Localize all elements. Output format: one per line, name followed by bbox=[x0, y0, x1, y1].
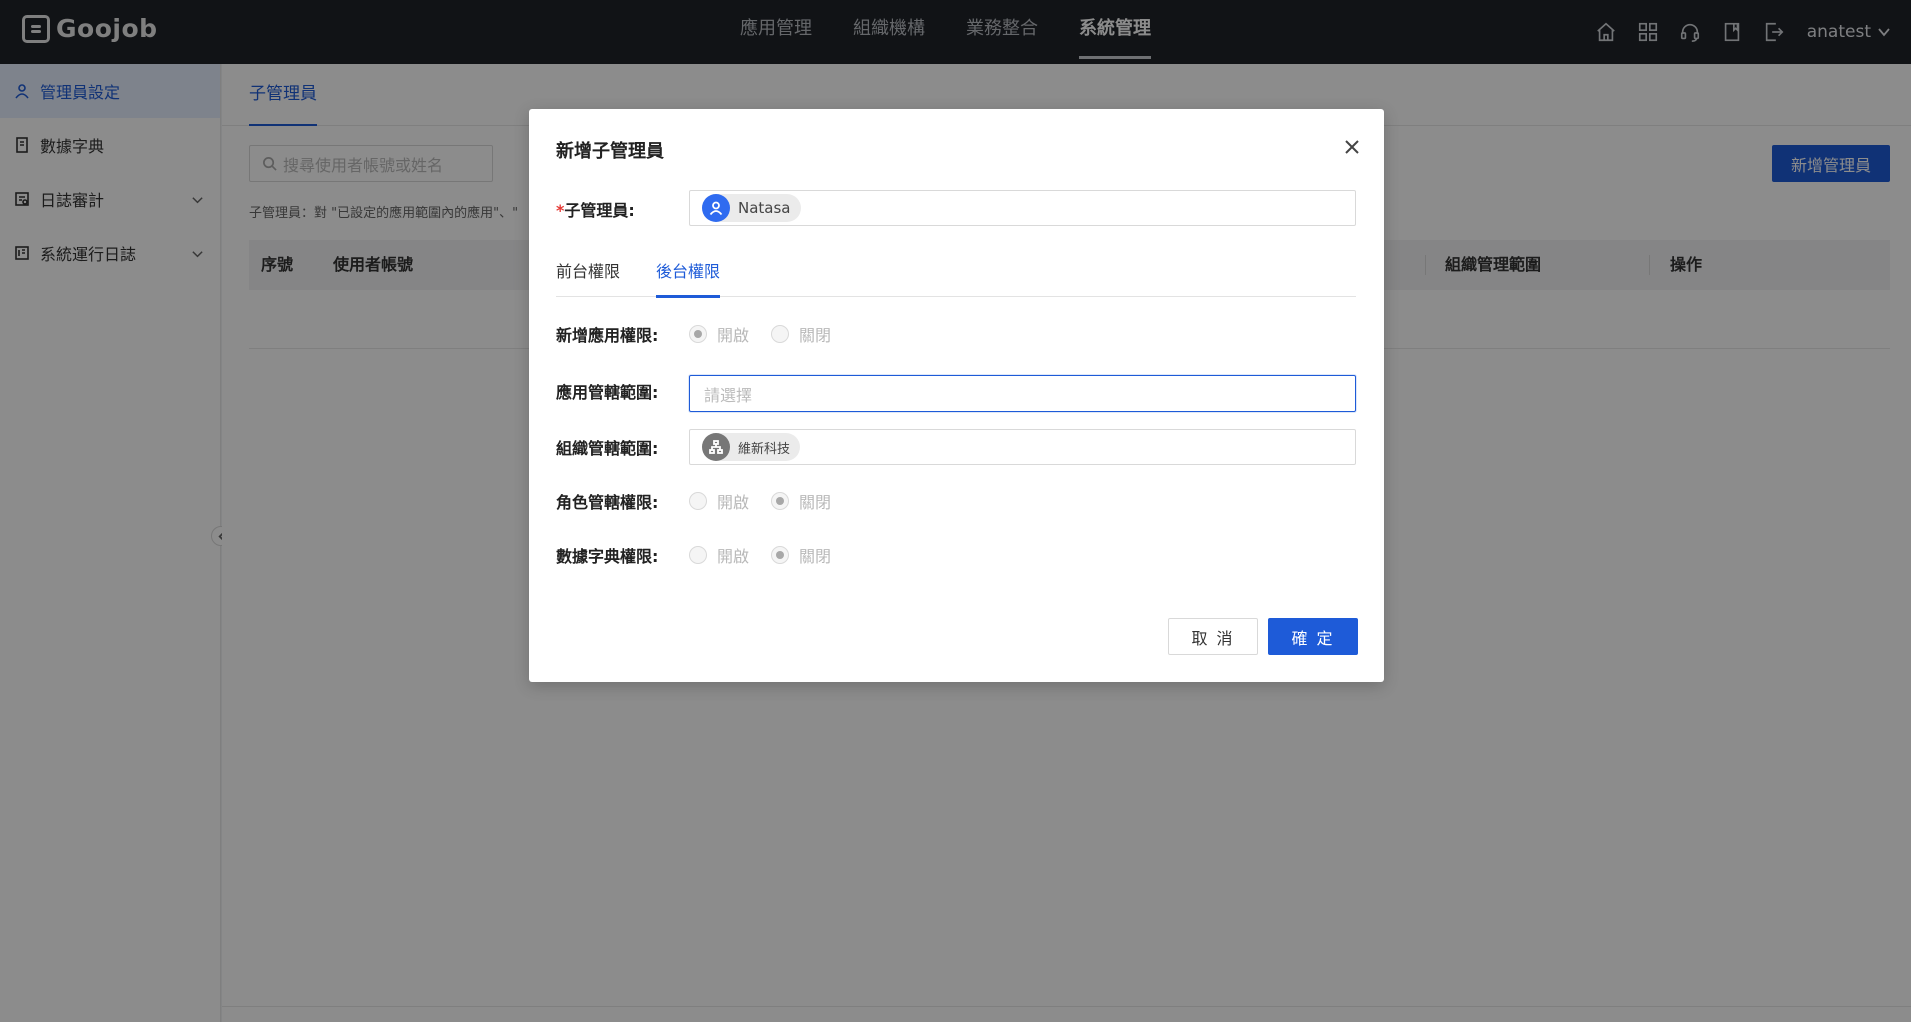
app-scope-label: 應用管轄範圍: bbox=[556, 383, 659, 402]
tab-front-permissions[interactable]: 前台權限 bbox=[556, 254, 620, 297]
org-scope-label: 組織管轄範圍: bbox=[556, 439, 659, 458]
radio-label: 關閉 bbox=[799, 326, 832, 345]
dictionary-permission-label: 數據字典權限: bbox=[556, 547, 659, 566]
app-scope-placeholder: 請選擇 bbox=[704, 385, 753, 405]
radio-checked bbox=[689, 325, 707, 343]
org-scope-field[interactable]: 維新科技 bbox=[689, 429, 1356, 465]
selected-org-tag[interactable]: 維新科技 bbox=[702, 433, 801, 461]
radio-label: 開啟 bbox=[717, 547, 750, 566]
role-permission-on[interactable]: 開啟 bbox=[689, 489, 749, 513]
add-sub-admin-dialog: 新增子管理員 *子管理員: Natasa 前台權限 後台權限 新增應用權限: 開… bbox=[529, 109, 1384, 682]
close-icon[interactable] bbox=[1344, 139, 1360, 155]
radio-checked bbox=[771, 546, 790, 564]
selected-user-tag[interactable]: Natasa bbox=[702, 194, 801, 222]
permission-tabs: 前台權限 後台權限 bbox=[556, 254, 1356, 298]
role-permission-label: 角色管轄權限: bbox=[556, 493, 659, 512]
radio-checked bbox=[771, 492, 790, 510]
dialog-title: 新增子管理員 bbox=[556, 141, 664, 162]
radio-label: 關閉 bbox=[799, 493, 832, 512]
sub-admin-field[interactable]: Natasa bbox=[689, 190, 1356, 226]
dictionary-permission-radio-group: 開啟 關閉 bbox=[689, 543, 843, 567]
add-app-permission-radio-group: 開啟 關閉 bbox=[689, 322, 843, 346]
app-scope-select[interactable]: 請選擇 bbox=[689, 375, 1356, 412]
org-tree-icon bbox=[702, 433, 730, 461]
sub-admin-label: *子管理員: bbox=[556, 201, 635, 220]
user-avatar-icon bbox=[702, 194, 730, 222]
sub-admin-label-text: 子管理員 bbox=[564, 201, 629, 220]
radio-unchecked bbox=[689, 546, 707, 564]
add-app-permission-on[interactable]: 開啟 bbox=[689, 322, 749, 346]
add-app-permission-off[interactable]: 關閉 bbox=[771, 322, 831, 346]
radio-label: 關閉 bbox=[799, 547, 832, 566]
role-permission-radio-group: 開啟 關閉 bbox=[689, 489, 843, 513]
radio-unchecked bbox=[771, 325, 790, 343]
cancel-button[interactable]: 取 消 bbox=[1168, 618, 1258, 655]
radio-label: 開啟 bbox=[717, 326, 750, 345]
dictionary-permission-off[interactable]: 關閉 bbox=[771, 543, 831, 567]
tab-backend-permissions[interactable]: 後台權限 bbox=[656, 254, 721, 298]
role-permission-off[interactable]: 關閉 bbox=[771, 489, 831, 513]
selected-org-name: 維新科技 bbox=[738, 441, 791, 457]
radio-unchecked bbox=[689, 492, 707, 510]
radio-label: 開啟 bbox=[717, 493, 750, 512]
dictionary-permission-on[interactable]: 開啟 bbox=[689, 543, 749, 567]
selected-user-name: Natasa bbox=[738, 199, 791, 217]
add-app-permission-label: 新增應用權限: bbox=[556, 326, 659, 345]
confirm-button[interactable]: 確 定 bbox=[1268, 618, 1358, 655]
